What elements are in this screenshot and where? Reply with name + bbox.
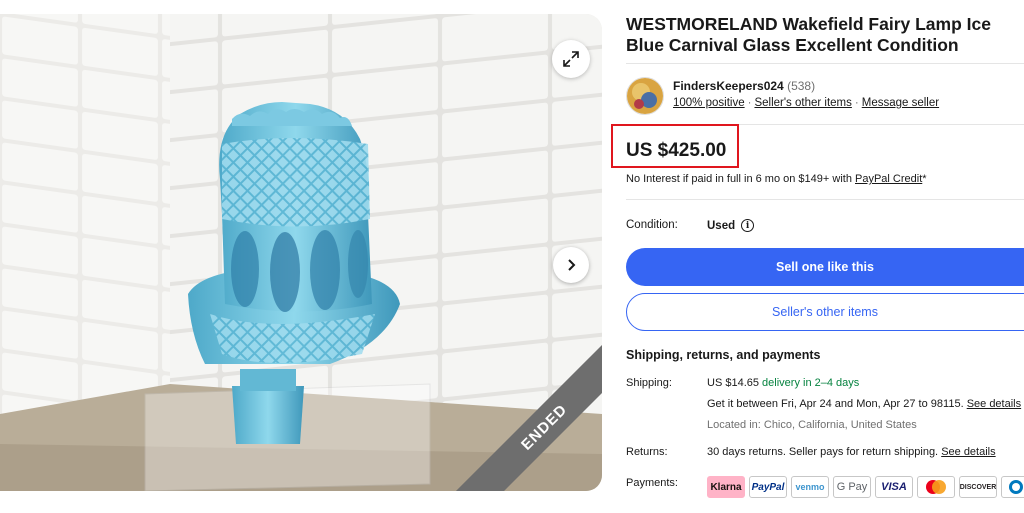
condition-value: Used i bbox=[707, 219, 755, 232]
delivery-estimate: Get it between Fri, Apr 24 and Mon, Apr … bbox=[707, 398, 967, 410]
seller-name[interactable]: FindersKeepers024 (538) bbox=[673, 79, 815, 93]
expand-icon bbox=[563, 51, 579, 67]
product-photo bbox=[0, 14, 602, 491]
financing-text: No Interest if paid in full in 6 mo on $… bbox=[626, 173, 927, 185]
mastercard-icon bbox=[926, 480, 946, 494]
delivery-time: delivery in 2–4 days bbox=[762, 377, 860, 389]
seller-avatar[interactable] bbox=[626, 77, 664, 115]
positive-feedback-link[interactable]: 100% positive bbox=[673, 97, 745, 109]
shipping-see-details-link[interactable]: See details bbox=[967, 398, 1021, 410]
divider bbox=[626, 63, 1024, 64]
image-gallery[interactable]: ENDED bbox=[0, 14, 602, 491]
info-icon[interactable]: i bbox=[741, 219, 755, 232]
chevron-right-icon bbox=[568, 259, 576, 271]
next-image-button[interactable] bbox=[553, 247, 589, 283]
discover-logo: DISCOVER bbox=[959, 476, 997, 498]
condition-label: Condition: bbox=[626, 219, 678, 231]
price: US $425.00 bbox=[626, 140, 727, 161]
klarna-logo: Klarna bbox=[707, 476, 745, 498]
returns-text: 30 days returns. Seller pays for return … bbox=[707, 446, 942, 458]
avatar-image bbox=[627, 78, 663, 114]
mastercard-logo bbox=[917, 476, 955, 498]
seller-other-items-link[interactable]: Seller's other items bbox=[754, 97, 851, 109]
visa-logo: VISA bbox=[875, 476, 913, 498]
listing-title: WESTMORELAND Wakefield Fairy Lamp Ice Bl… bbox=[626, 14, 991, 55]
seller-name-text[interactable]: FindersKeepers024 bbox=[673, 79, 784, 93]
shipping-label: Shipping: bbox=[626, 377, 672, 389]
separator: · bbox=[854, 97, 859, 109]
seller-feedback-count: (538) bbox=[787, 79, 816, 93]
returns-see-details-link[interactable]: See details bbox=[941, 446, 995, 458]
returns-row: 30 days returns. Seller pays for return … bbox=[707, 446, 996, 458]
venmo-logo: venmo bbox=[791, 476, 829, 498]
paypal-credit-link[interactable]: PayPal Credit bbox=[855, 173, 922, 185]
returns-label: Returns: bbox=[626, 446, 668, 458]
paypal-logo: PayPal bbox=[749, 476, 787, 498]
shipping-cost: US $14.65 bbox=[707, 377, 763, 389]
divider bbox=[626, 199, 1024, 200]
seller-links: 100% positive · Seller's other items · Messa… bbox=[673, 97, 939, 109]
shipping-section-heading: Shipping, returns, and payments bbox=[626, 348, 821, 362]
diners-club-logo bbox=[1001, 476, 1024, 498]
message-seller-link[interactable]: Message seller bbox=[862, 97, 939, 109]
financing-suffix: * bbox=[922, 173, 927, 185]
financing-prefix: No Interest if paid in full in 6 mo on $… bbox=[626, 173, 855, 185]
payment-methods: Klarna PayPal venmo G Pay VISA DISCOVER bbox=[707, 476, 1024, 498]
separator: · bbox=[747, 97, 752, 109]
shipping-cost-row: US $14.65 delivery in 2–4 days bbox=[707, 377, 859, 389]
expand-image-button[interactable] bbox=[552, 40, 590, 78]
seller-other-items-button[interactable]: Seller's other items bbox=[626, 293, 1024, 331]
payments-label: Payments: bbox=[626, 477, 678, 489]
item-location: Located in: Chico, California, United St… bbox=[707, 419, 917, 431]
google-pay-logo: G Pay bbox=[833, 476, 871, 498]
delivery-estimate-row: Get it between Fri, Apr 24 and Mon, Apr … bbox=[707, 398, 1021, 410]
condition-text: Used bbox=[707, 219, 736, 232]
diners-club-icon bbox=[1009, 480, 1023, 494]
sell-one-like-this-button[interactable]: Sell one like this bbox=[626, 248, 1024, 286]
